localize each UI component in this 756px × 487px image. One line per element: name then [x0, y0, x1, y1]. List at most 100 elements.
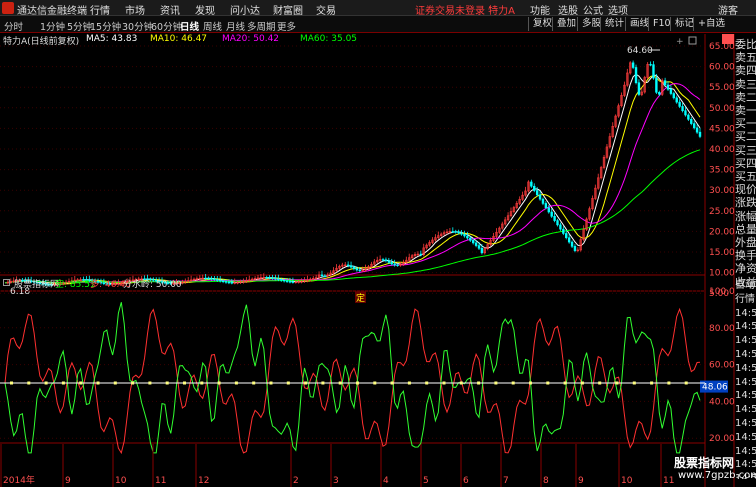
btn-diejia[interactable]: 叠加	[552, 17, 580, 31]
price-tick-label: 10.00	[709, 269, 735, 279]
orderbook-row: 委比	[735, 38, 756, 51]
orderbook-row: 卖三	[735, 77, 756, 91]
collapse-icon[interactable]: +	[676, 37, 684, 47]
indicator-tick-label: 20.00	[709, 434, 735, 444]
candle-body	[675, 97, 678, 103]
menu-bar: 通达信金融终端 行情 市场 资讯 发现 问小达 财富圈 交易 证券交易未登录 特…	[0, 0, 756, 17]
candle-body	[477, 245, 481, 249]
tab-30min[interactable]: 30分钟	[122, 19, 153, 33]
candle-body	[681, 106, 684, 112]
price-tick-label: 15.00	[709, 248, 735, 258]
tab-weekly[interactable]: 周线	[203, 19, 222, 33]
indicator-toggle-icon[interactable]	[3, 279, 10, 286]
orderbook-row: 现价	[735, 183, 756, 197]
tab-multi-period[interactable]: 多周期	[247, 19, 276, 33]
candle-body	[637, 82, 641, 95]
watermark-name: 股票指标网	[674, 456, 735, 470]
price-tick-label: 20.00	[709, 227, 735, 237]
fenshuiling-value: 分水岭: 50.00	[123, 280, 182, 290]
candle-body	[463, 233, 466, 237]
candle-body	[692, 123, 696, 129]
candle-body	[687, 114, 690, 120]
tab-fenshi[interactable]: 分时	[4, 19, 23, 33]
tab-5min[interactable]: 5分钟	[67, 19, 92, 33]
trade-login-notice[interactable]: 证券交易未登录 特力A	[415, 2, 515, 17]
sys-youke[interactable]: 游客	[718, 2, 738, 17]
menu-zixun[interactable]: 资讯	[160, 2, 180, 17]
high-price-mark: 64.60	[627, 46, 653, 56]
btn-tongji[interactable]: 统计	[600, 17, 628, 31]
candle-body	[384, 259, 388, 262]
date-tick-label: 8	[543, 476, 549, 486]
fenshuiling-dot	[96, 381, 100, 385]
menu-caifuquan[interactable]: 财富圈	[273, 2, 303, 17]
fenshuiling-dot	[61, 381, 65, 385]
candle-body	[469, 237, 472, 241]
orderbook-row: 买四	[735, 156, 756, 170]
sys-xuanxiang[interactable]: 选项	[608, 2, 628, 17]
price-gridlines	[0, 45, 705, 294]
candle-body	[457, 231, 460, 234]
indicator-tick-label: 40.00	[709, 397, 735, 407]
fenshuiling-dot	[113, 381, 117, 385]
tab-60min[interactable]: 60分钟	[151, 19, 182, 33]
fenshuiling-dot	[667, 381, 671, 385]
candle-body	[352, 266, 356, 270]
l-badge-icon	[722, 34, 734, 44]
menu-wenxiaoda[interactable]: 问小达	[230, 2, 260, 17]
btn-add-watchlist[interactable]: +自选	[693, 17, 729, 31]
menu-jiaoyi[interactable]: 交易	[316, 2, 336, 17]
tab-daily[interactable]: 日线	[180, 19, 199, 33]
candle-body	[535, 190, 539, 196]
chart-canvas[interactable]: 65.0060.0055.0050.0045.0040.0035.0030.00…	[0, 34, 735, 487]
candle-body	[358, 269, 361, 272]
fenshuiling-dot	[165, 381, 169, 385]
sys-gongshi[interactable]: 公式	[583, 2, 603, 17]
sys-xuangu[interactable]: 选股	[558, 2, 578, 17]
candle-body	[550, 211, 553, 217]
price-tick-label: 30.00	[709, 186, 735, 196]
menu-shichang[interactable]: 市场	[125, 2, 145, 17]
candle-body	[559, 224, 562, 230]
fenshuiling-dot	[356, 381, 359, 385]
orderbook-row: 卖二	[735, 90, 756, 104]
candle-body	[562, 228, 565, 234]
candle-body	[663, 80, 667, 86]
maximize-icon[interactable]	[688, 36, 697, 45]
candle-body	[649, 64, 652, 66]
fenshuiling-dot	[148, 381, 152, 385]
candle-body	[387, 260, 391, 263]
candle-body	[471, 240, 475, 244]
price-tick-label: 45.00	[709, 124, 735, 134]
tab-monthly[interactable]: 月线	[226, 19, 245, 33]
candle-body	[349, 265, 353, 268]
candle-body	[480, 247, 484, 254]
time-list-row: 14:50	[735, 335, 756, 347]
candle-body	[474, 242, 478, 246]
ding-label: 定	[356, 292, 365, 304]
sys-gongneng[interactable]: 功能	[530, 2, 550, 17]
candle-body	[669, 88, 673, 94]
tab-1min[interactable]: 1分钟	[40, 19, 65, 33]
candle-body	[698, 131, 702, 137]
ma10-line	[4, 75, 701, 285]
candle-body	[678, 101, 681, 107]
tab-more[interactable]: 更多	[277, 19, 296, 33]
date-tick-label: 10	[115, 476, 127, 486]
fenshuiling-dot	[615, 381, 619, 385]
date-axis: 2014年 9 10 11 12 2 3 4 5 6 7 8 9 10 11	[0, 444, 674, 487]
fenshuiling-dot	[217, 381, 221, 385]
tab-15min[interactable]: 15分钟	[90, 19, 121, 33]
menu-hangqing[interactable]: 行情	[90, 2, 110, 17]
fenshuiling-dot	[338, 381, 342, 385]
fenshuiling-dot	[580, 381, 584, 385]
fenshuiling-dot	[632, 381, 636, 385]
order-book: 委比 卖五 卖四 卖三 卖二 卖一 买一 买二 买三 买四 买五 现价 涨跌 涨幅 总量 外盘 换手 净资 收益	[735, 34, 756, 304]
menu-faxian[interactable]: 发现	[195, 2, 215, 17]
date-tick-label: 12	[198, 476, 209, 486]
candle-body	[652, 64, 655, 79]
indicator-value-text: 48.06	[702, 383, 728, 393]
indicator-lines	[0, 302, 705, 455]
date-tick-label: 5	[423, 476, 429, 486]
candle-body	[533, 185, 536, 191]
